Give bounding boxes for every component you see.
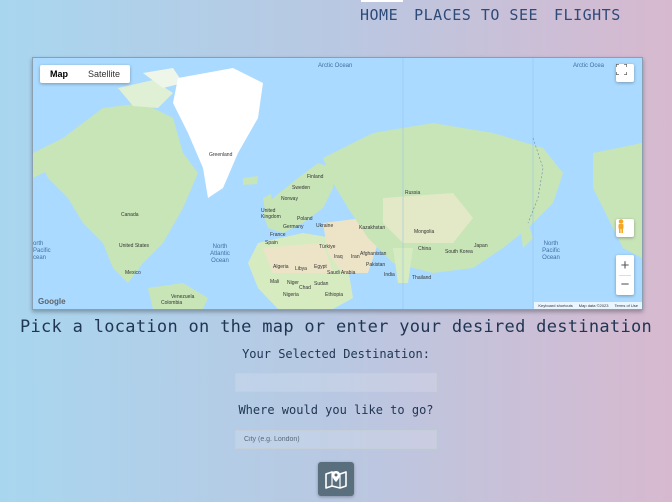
place-label: United Kingdom [261, 208, 281, 220]
place-label: India [384, 272, 395, 278]
place-label: France [270, 232, 286, 238]
place-label: Germany [283, 224, 304, 230]
top-nav: HOME PLACES TO SEE FLIGHTS [360, 6, 621, 24]
where-label: Where would you like to go? [238, 403, 434, 417]
place-label: Iran [351, 254, 360, 260]
selected-destination-label: Your Selected Destination: [242, 347, 430, 361]
place-label: Nigeria [283, 292, 299, 298]
place-label: Greenland [209, 152, 233, 158]
nav-home-link[interactable]: HOME [360, 6, 398, 24]
place-label: Ukraine [316, 223, 334, 229]
place-label: Algeria [273, 264, 289, 270]
nav-active-indicator [361, 0, 403, 2]
ocean-label: Arctic Ocea [573, 63, 605, 69]
place-label: Ethiopia [325, 292, 344, 298]
street-view-pegman[interactable] [616, 219, 634, 237]
place-label: United States [119, 243, 150, 249]
place-label: Colombia [161, 300, 183, 306]
map-view-button[interactable]: Map [40, 65, 78, 83]
place-label: Egypt [314, 264, 327, 270]
place-label: Poland [297, 216, 313, 222]
place-label: Libya [295, 266, 307, 272]
city-input[interactable] [235, 430, 437, 449]
place-label: Mexico [125, 270, 141, 276]
terms-link[interactable]: Terms of Use [614, 303, 638, 308]
map-type-control: Map Satellite [40, 65, 131, 83]
fullscreen-button[interactable] [616, 64, 634, 82]
pegman-icon [618, 219, 624, 233]
fullscreen-icon [616, 64, 627, 75]
place-label: Sweden [292, 185, 311, 191]
nav-places-link[interactable]: PLACES TO SEE [414, 6, 538, 24]
place-label: China [418, 246, 432, 252]
place-label: Mali [270, 279, 280, 285]
place-label: Thailand [412, 275, 432, 281]
place-label: Finland [307, 174, 324, 180]
place-label: Canada [121, 212, 139, 218]
place-label: Iraq [334, 254, 343, 260]
place-label: Norway [281, 196, 298, 202]
place-label: Kazakhstan [359, 225, 386, 231]
google-logo[interactable]: Google [38, 297, 66, 306]
nav-flights-link[interactable]: FLIGHTS [554, 6, 621, 24]
place-label: Sudan [314, 281, 329, 287]
map-marker-icon [325, 471, 347, 489]
place-label: South Korea [445, 249, 473, 255]
place-label: Mongolia [414, 229, 435, 235]
map-data-text: Map data ©2023 [578, 303, 609, 308]
place-label: Pakistan [366, 262, 386, 268]
map-attribution: Keyboard shortcuts Map data ©2023 Terms … [534, 302, 642, 309]
keyboard-shortcuts-link[interactable]: Keyboard shortcuts [538, 303, 572, 308]
ocean-label: North Pacific Ocean [542, 241, 560, 261]
page-heading: Pick a location on the map or enter your… [19, 317, 653, 337]
ocean-label: Arctic Ocean [318, 63, 353, 69]
ocean-label: orth Pacific cean [33, 241, 51, 261]
zoom-in-button[interactable]: + [621, 257, 630, 275]
place-label: Russia [405, 190, 421, 196]
place-label: Niger [287, 280, 299, 286]
map-search-button[interactable] [318, 462, 354, 496]
place-label: Chad [299, 285, 311, 291]
world-map[interactable]: Map Satellite + − Google Keyboard shortc… [32, 57, 643, 310]
zoom-control: + − [616, 255, 634, 295]
ocean-label: North Atlantic Ocean [210, 244, 230, 264]
place-label: Spain [265, 240, 278, 246]
place-label: Türkiye [319, 244, 336, 250]
place-label: Saudi Arabia [327, 270, 356, 276]
satellite-view-button[interactable]: Satellite [78, 65, 130, 83]
selected-destination-field[interactable] [235, 373, 437, 392]
place-label: Japan [474, 243, 488, 249]
place-label: Afghanistan [360, 251, 387, 257]
zoom-out-button[interactable]: − [621, 276, 630, 294]
